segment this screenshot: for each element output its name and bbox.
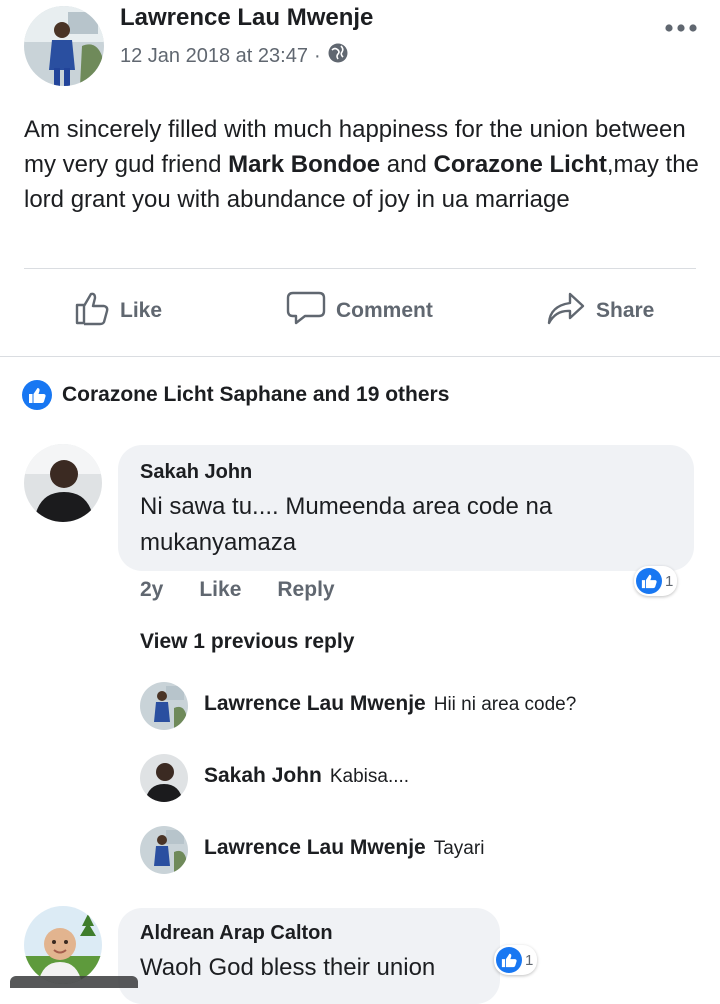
reply-text: Hii ni area code? [433,694,577,715]
reply-text: Tayari [433,838,485,859]
post-author-name[interactable]: Lawrence Lau Mwenje [120,4,373,32]
comment-reaction-badge[interactable]: 1 [494,945,538,975]
like-label: Like [120,299,163,322]
divider [24,268,696,269]
comment-button[interactable]: Comment [286,290,433,332]
reply-item: Sakah John Kabisa.... [204,764,409,788]
reactions-summary[interactable]: Corazone Licht Saphane and 19 others [22,380,449,410]
post-text: Am sincerely filled with much happiness … [24,112,704,217]
comment-bubble: Sakah John Ni sawa tu.... Mumeenda area … [118,445,694,571]
mention-mark-bondoe[interactable]: Mark Bondoe [228,151,380,178]
view-previous-replies-link[interactable]: View 1 previous reply [140,630,354,654]
reply-author-name[interactable]: Sakah John [204,764,322,788]
share-button[interactable]: Share [546,290,654,332]
comment-like-button[interactable]: Like [199,578,241,602]
like-button[interactable]: Like [74,290,162,332]
mention-corazone-licht[interactable]: Corazone Licht [434,151,607,178]
reply-author-name[interactable]: Lawrence Lau Mwenje [204,836,426,860]
comment-reaction-badge[interactable]: 1 [634,566,678,596]
commenter-avatar[interactable] [24,906,102,984]
globe-icon [327,42,349,70]
section-divider [0,356,720,357]
like-reaction-icon [22,380,52,410]
reactions-summary-text: Corazone Licht Saphane and 19 others [62,383,450,406]
comment-reaction-count: 1 [525,951,534,969]
comment-age[interactable]: 2y [140,578,163,602]
reply-item: Lawrence Lau Mwenje Tayari [204,836,484,860]
like-reaction-icon [636,568,662,594]
reply-author-name[interactable]: Lawrence Lau Mwenje [204,692,426,716]
author-avatar[interactable] [24,6,104,86]
share-label: Share [596,299,655,322]
thumbs-up-icon [74,290,110,332]
more-icon[interactable] [664,8,698,40]
reply-avatar[interactable] [140,682,188,730]
bottom-overlay-bar [10,976,138,988]
post-meta: 12 Jan 2018 at 23:47 · [120,42,349,70]
comment-label: Comment [336,299,433,322]
reply-avatar[interactable] [140,826,188,874]
comment-reply-button[interactable]: Reply [277,578,334,602]
comment-bubble: Aldrean Arap Calton Waoh God bless their… [118,908,500,1004]
commenter-name[interactable]: Aldrean Arap Calton [140,922,333,945]
reply-item: Lawrence Lau Mwenje Hii ni area code? [204,692,576,716]
comment-reaction-count: 1 [665,572,674,590]
comment-text: Ni sawa tu.... Mumeenda area code na muk… [140,493,553,556]
comment-icon [286,290,326,332]
post-text-part: and [380,151,434,178]
comment-actions: 2y Like Reply [140,578,335,602]
post-timestamp[interactable]: 12 Jan 2018 at 23:47 [120,45,308,68]
commenter-avatar[interactable] [24,444,102,522]
reply-text: Kabisa.... [329,766,410,787]
like-reaction-icon [496,947,522,973]
commenter-name[interactable]: Sakah John [140,461,252,484]
meta-separator: · [313,44,321,67]
share-icon [546,290,586,332]
reply-avatar[interactable] [140,754,188,802]
comment-text: Waoh God bless their union [140,954,436,981]
